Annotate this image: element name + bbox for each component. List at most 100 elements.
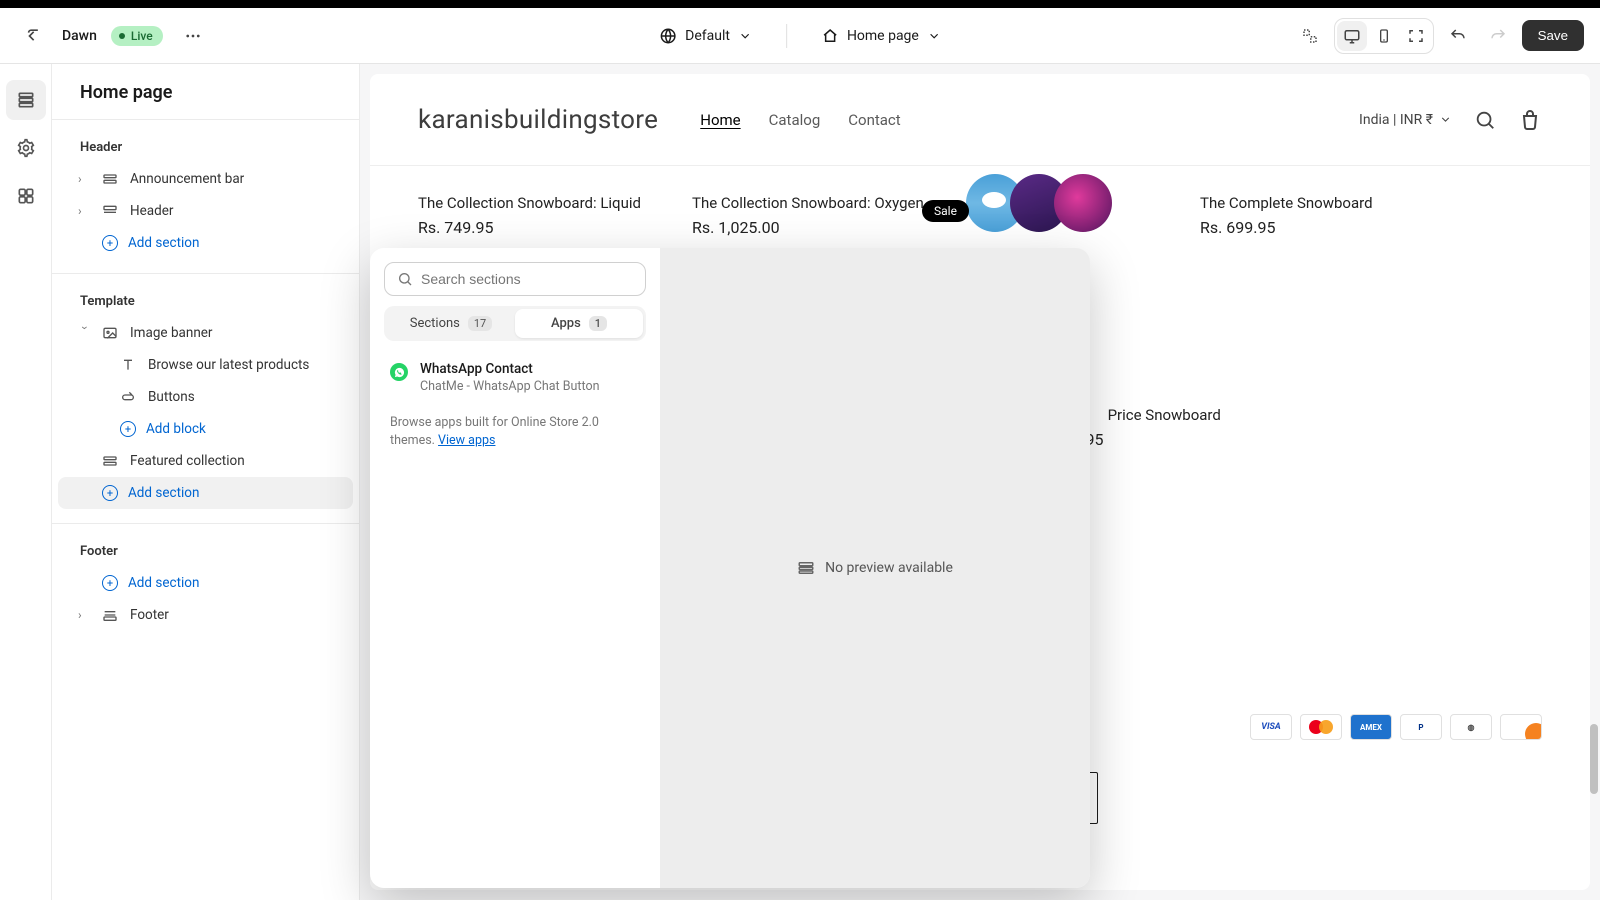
block-label: Buttons [148,389,195,405]
text-icon [120,357,138,373]
redo-button[interactable] [1482,20,1514,52]
block-label: Browse our latest products [148,357,309,373]
browser-chrome-strip [0,0,1600,8]
section-icon [102,453,120,469]
nav-link-catalog[interactable]: Catalog [769,111,821,129]
popover-list-panel: Sections 17 Apps 1 WhatsApp Contact Chat… [370,248,660,888]
section-label: Announcement bar [130,171,244,187]
inspector-toggle-button[interactable] [1294,20,1326,52]
app-subtitle: ChatMe - WhatsApp Chat Button [420,379,600,396]
add-section-footer[interactable]: + Add section [58,567,353,599]
sections-rail-button[interactable] [6,80,46,120]
page-title: Home page [52,82,359,119]
block-buttons[interactable]: Buttons [58,381,353,413]
product-thumb-icon [1054,174,1112,232]
undo-button[interactable] [1442,20,1474,52]
tab-count: 17 [468,316,492,331]
app-embeds-rail-button[interactable] [6,176,46,216]
product-title: The Collection Snowboard: Liquid [418,194,658,212]
chevron-down-icon: › [78,326,92,340]
section-icon [102,171,120,187]
product-title: The Collection Snowboard: Oxygen [692,194,932,212]
nav-link-contact[interactable]: Contact [848,111,900,129]
search-sections-input-wrap[interactable] [384,262,646,296]
style-preset-dropdown[interactable]: Default [649,21,762,51]
view-apps-link[interactable]: View apps [438,433,495,448]
product-card[interactable]: The Complete Snowboard Rs. 699.95 [1200,194,1410,237]
section-footer[interactable]: › Footer [58,599,353,631]
popover-tabs: Sections 17 Apps 1 [384,306,646,341]
divider [52,273,359,274]
exit-editor-button[interactable] [16,20,48,52]
plus-circle-icon: + [102,485,118,501]
add-section-header[interactable]: + Add section [58,227,353,259]
section-header[interactable]: › Header [58,195,353,227]
store-nav: Home Catalog Contact [700,111,900,129]
product-title: The Complete Snowboard [1200,194,1410,212]
section-label: Featured collection [130,453,245,469]
live-status-text: Live [131,29,153,43]
store-name: karanisbuildingstore [418,105,658,135]
block-browse-products[interactable]: Browse our latest products [58,349,353,381]
section-label: Header [130,203,173,219]
product-card[interactable]: The Collection Snowboard: Liquid Rs. 749… [418,194,658,237]
add-block-link[interactable]: + Add block [58,413,353,445]
desktop-view-button[interactable] [1337,21,1367,51]
store-header: karanisbuildingstore Home Catalog Contac… [370,74,1590,166]
add-label: Add section [128,575,199,591]
section-image-banner[interactable]: › Image banner [58,317,353,349]
nav-link-home[interactable]: Home [700,111,740,129]
tab-label: Apps [551,316,581,331]
add-label: Add section [128,485,199,501]
image-icon [102,325,120,341]
tab-label: Sections [410,316,460,331]
locale-selector[interactable]: India | INR ₹ [1359,112,1452,128]
cart-button[interactable] [1518,108,1542,132]
section-icon [797,559,815,577]
divider [52,119,359,120]
no-preview-text: No preview available [825,560,953,576]
product-price: Rs. 1,025.00 [692,218,932,237]
product-price: Rs. 699.95 [1200,218,1410,237]
editor-toolbar: Dawn Live Default Home page [0,8,1600,64]
product-image-thumbs [966,174,1106,234]
payment-diners-icon: ◍ [1450,714,1492,740]
preset-label: Default [685,28,730,44]
sections-sidebar: Home page Header › Announcement bar › He… [52,64,360,900]
chevron-down-icon [927,29,941,43]
page-select-dropdown[interactable]: Home page [811,21,951,51]
button-icon [120,389,138,405]
page-label: Home page [847,28,919,44]
section-announcement-bar[interactable]: › Announcement bar [58,163,353,195]
chevron-right-icon: › [78,608,92,622]
search-button[interactable] [1474,109,1496,131]
group-label-header: Header [52,134,359,163]
product-card[interactable]: Sale [966,194,1166,244]
product-card[interactable]: The Collection Snowboard: Oxygen Rs. 1,0… [692,194,932,237]
sale-badge: Sale [922,200,969,222]
more-actions-button[interactable] [177,20,209,52]
tab-apps[interactable]: Apps 1 [515,309,643,338]
payment-discover-icon [1500,714,1542,740]
group-label-footer: Footer [52,538,359,567]
locale-label: India | INR ₹ [1359,112,1433,128]
tab-sections[interactable]: Sections 17 [387,309,515,338]
search-sections-input[interactable] [421,271,633,287]
theme-settings-rail-button[interactable] [6,128,46,168]
payment-methods-row: VISA AMEX P ◍ [1250,714,1542,740]
plus-circle-icon: + [120,421,136,437]
payment-paypal-icon: P [1400,714,1442,740]
left-rail [0,64,52,900]
section-featured-collection[interactable]: Featured collection [58,445,353,477]
app-list-item[interactable]: WhatsApp Contact ChatMe - WhatsApp Chat … [384,351,646,406]
section-icon [102,203,120,219]
fullscreen-view-button[interactable] [1401,21,1431,51]
viewport-switcher [1334,18,1434,54]
mobile-view-button[interactable] [1369,21,1399,51]
add-section-template[interactable]: + Add section [58,477,353,509]
save-button[interactable]: Save [1522,20,1584,51]
add-label: Add section [128,235,199,251]
tab-count: 1 [589,316,607,331]
section-label: Footer [130,607,169,623]
scrollbar-thumb[interactable] [1590,724,1598,794]
